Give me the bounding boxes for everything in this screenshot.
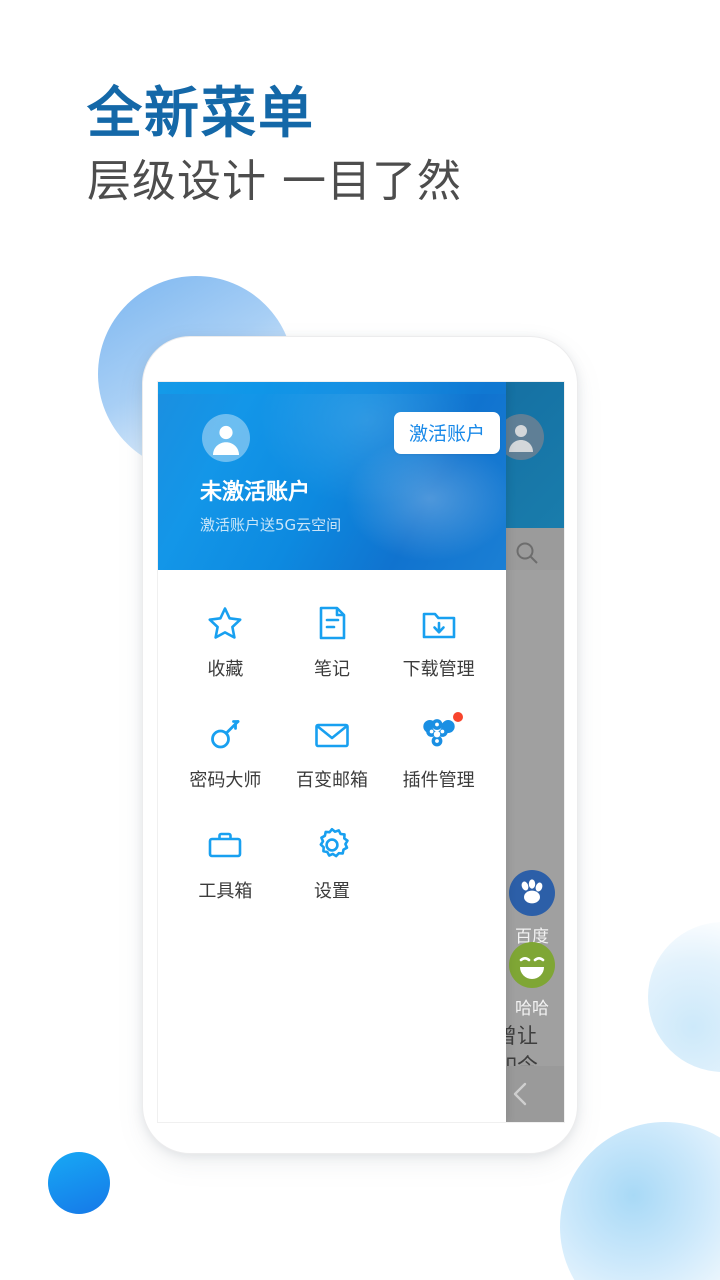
smiley-face-icon: [509, 942, 555, 988]
menu-item-notes[interactable]: 笔记: [279, 602, 386, 681]
toolbox-icon: [205, 824, 245, 866]
phone-screen: 百度 哈哈 曾让如今: [157, 381, 565, 1123]
menu-item-label: 下载管理: [402, 659, 475, 680]
plugin-petals-icon: [419, 712, 463, 755]
envelope-icon: [312, 713, 352, 755]
menu-item-mailbox[interactable]: 百变邮箱: [279, 713, 386, 792]
menu-item-label: 设置: [313, 881, 350, 902]
page-subtitle: 层级设计 一目了然: [87, 155, 462, 207]
menu-item-label: 密码大师: [189, 770, 262, 791]
user-avatar-icon: [213, 425, 239, 455]
gear-icon: [312, 824, 352, 866]
note-document-icon: [312, 602, 352, 644]
activate-account-button[interactable]: 激活账户: [394, 412, 501, 454]
baidu-paw-icon: [509, 870, 555, 916]
menu-item-label: 插件管理: [402, 770, 475, 791]
account-header: 未激活账户 激活账户送5G云空间 激活账户: [158, 382, 506, 570]
avatar[interactable]: [202, 414, 250, 462]
menu-item-toolbox[interactable]: 工具箱: [172, 824, 279, 903]
decorative-circle-bottom-left: [48, 1152, 110, 1214]
background-shortcut-baidu[interactable]: 百度: [496, 870, 564, 947]
account-name: 未激活账户: [200, 480, 311, 505]
background-shortcut-haha[interactable]: 哈哈: [496, 942, 564, 1019]
menu-grid: 收藏 笔记 下载管理 密码大师 百变邮箱 插件管理 工具箱 设置: [158, 570, 506, 903]
account-subtitle: 激活账户送5G云空间: [200, 516, 342, 534]
menu-item-label: 收藏: [207, 659, 244, 680]
promo-screenshot: 全新菜单 层级设计 一目了然 百度 哈哈 曾让 未激活账户 激活账户送5G云空间…: [0, 0, 720, 1280]
menu-item-label: 工具箱: [198, 881, 253, 902]
page-title: 全新菜单: [87, 81, 316, 145]
folder-download-icon: [419, 602, 459, 644]
key-icon: [205, 713, 245, 755]
menu-item-settings[interactable]: 设置: [279, 824, 386, 903]
menu-item-plugins[interactable]: 插件管理: [385, 712, 492, 792]
promo-text-block: 全新菜单 层级设计 一目了然: [87, 81, 462, 209]
menu-item-favorites[interactable]: 收藏: [172, 602, 279, 681]
background-shortcut-label: 哈哈: [515, 999, 549, 1019]
menu-item-label: 笔记: [313, 659, 350, 680]
star-icon: [205, 602, 245, 644]
decorative-circle-bottom-right: [560, 1122, 720, 1280]
search-icon: [516, 542, 538, 564]
menu-item-downloads[interactable]: 下载管理: [385, 602, 492, 681]
side-menu-drawer: 未激活账户 激活账户送5G云空间 激活账户 收藏 笔记 下载管理 密码大师 百变…: [158, 382, 506, 1122]
user-avatar-icon: [509, 425, 533, 452]
menu-item-password-master[interactable]: 密码大师: [172, 713, 279, 792]
status-badge: [452, 712, 463, 722]
menu-item-label: 百变邮箱: [295, 770, 368, 791]
decorative-circle-right: [648, 922, 720, 1072]
chevron-left-icon[interactable]: [510, 1079, 532, 1114]
phone-mockup: 百度 哈哈 曾让如今: [142, 336, 578, 1154]
